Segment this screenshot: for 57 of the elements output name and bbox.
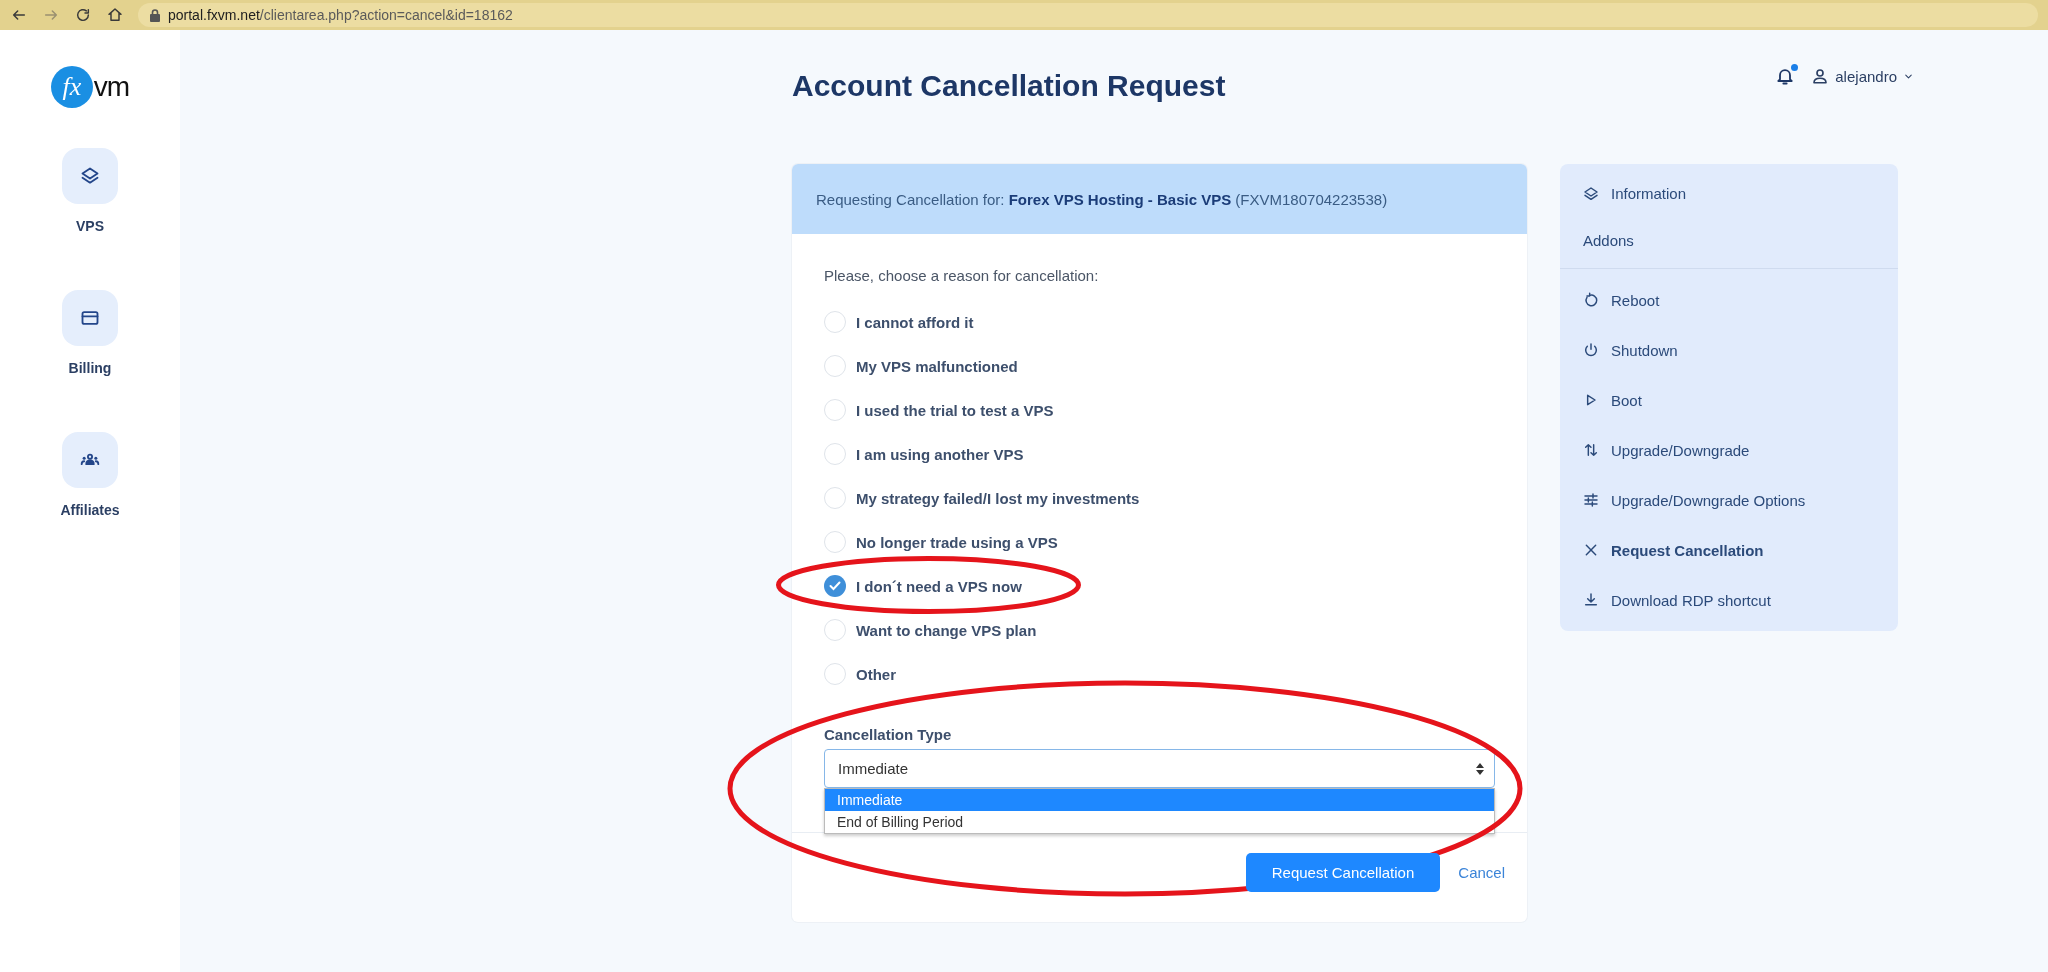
panel-item[interactable]: Upgrade/Downgrade Options <box>1560 475 1898 525</box>
panel-item[interactable]: Download RDP shortcut <box>1560 575 1898 625</box>
forward-arrow-icon <box>43 7 59 23</box>
lock-icon <box>150 8 160 22</box>
reason-option[interactable]: Other <box>824 652 1495 696</box>
reason-option[interactable]: No longer trade using a VPS <box>824 520 1495 564</box>
download-icon <box>1583 592 1599 608</box>
url-text: portal.fxvm.net/clientarea.php?action=cancel&id=18162 <box>168 7 513 23</box>
radio-button[interactable] <box>824 443 846 465</box>
sliders-icon <box>1583 492 1599 508</box>
cancellation-type-select[interactable]: Immediate <box>824 749 1495 788</box>
panel-item[interactable]: Shutdown <box>1560 325 1898 375</box>
user-icon <box>1811 67 1830 85</box>
request-text: Requesting Cancellation for: Forex VPS Hosting - Basic VPS (FXVM180704223538) <box>816 190 1388 208</box>
panel-item[interactable]: Reboot <box>1560 275 1898 325</box>
page-title: Account Cancellation Request <box>792 69 1226 103</box>
reason-option[interactable]: My VPS malfunctioned <box>824 344 1495 388</box>
reason-option[interactable]: Want to change VPS plan <box>824 608 1495 652</box>
reason-option[interactable]: I cannot afford it <box>824 300 1495 344</box>
layers-icon <box>1583 185 1599 202</box>
layers-icon <box>80 166 100 186</box>
panel-item[interactable]: Request Cancellation <box>1560 525 1898 575</box>
sort-arrows-icon <box>1476 762 1484 775</box>
radio-button[interactable] <box>824 619 846 641</box>
power-icon <box>1583 342 1599 358</box>
panel-item[interactable]: Information <box>1560 170 1898 217</box>
address-bar[interactable]: portal.fxvm.net/clientarea.php?action=cancel&id=18162 <box>138 3 2038 27</box>
reload-icon <box>75 7 91 23</box>
check-icon <box>829 581 841 591</box>
notifications-button[interactable] <box>1775 66 1796 86</box>
reboot-icon <box>1583 292 1599 308</box>
home-button[interactable] <box>106 6 124 24</box>
radio-button[interactable] <box>824 399 846 421</box>
user-menu[interactable]: alejandro <box>1811 67 1914 85</box>
credit-card-icon <box>80 308 100 328</box>
radio-button[interactable] <box>824 663 846 685</box>
reason-option[interactable]: I used the trial to test a VPS <box>824 388 1495 432</box>
reload-button[interactable] <box>74 6 92 24</box>
radio-button[interactable] <box>824 575 846 597</box>
panel-item[interactable]: Upgrade/Downgrade <box>1560 425 1898 475</box>
dropdown-option[interactable]: End of Billing Period <box>825 811 1494 833</box>
close-icon <box>1583 542 1599 558</box>
panel-item[interactable]: Boot <box>1560 375 1898 425</box>
radio-button[interactable] <box>824 531 846 553</box>
cancellation-type-label: Cancellation Type <box>824 726 953 743</box>
reason-prompt: Please, choose a reason for cancellation: <box>824 266 1100 286</box>
radio-button[interactable] <box>824 311 846 333</box>
radio-button[interactable] <box>824 487 846 509</box>
radio-button[interactable] <box>824 355 846 377</box>
reason-option[interactable]: My strategy failed/I lost my investments <box>824 476 1495 520</box>
back-arrow-icon <box>11 7 27 23</box>
reason-option[interactable]: I don´t need a VPS now <box>824 564 1495 608</box>
home-icon <box>107 7 123 23</box>
panel-item[interactable]: Addons <box>1560 217 1898 264</box>
up-down-arrows-icon <box>1583 442 1599 458</box>
reason-option[interactable]: I am using another VPS <box>824 432 1495 476</box>
cancel-link[interactable]: Cancel <box>1458 864 1505 881</box>
